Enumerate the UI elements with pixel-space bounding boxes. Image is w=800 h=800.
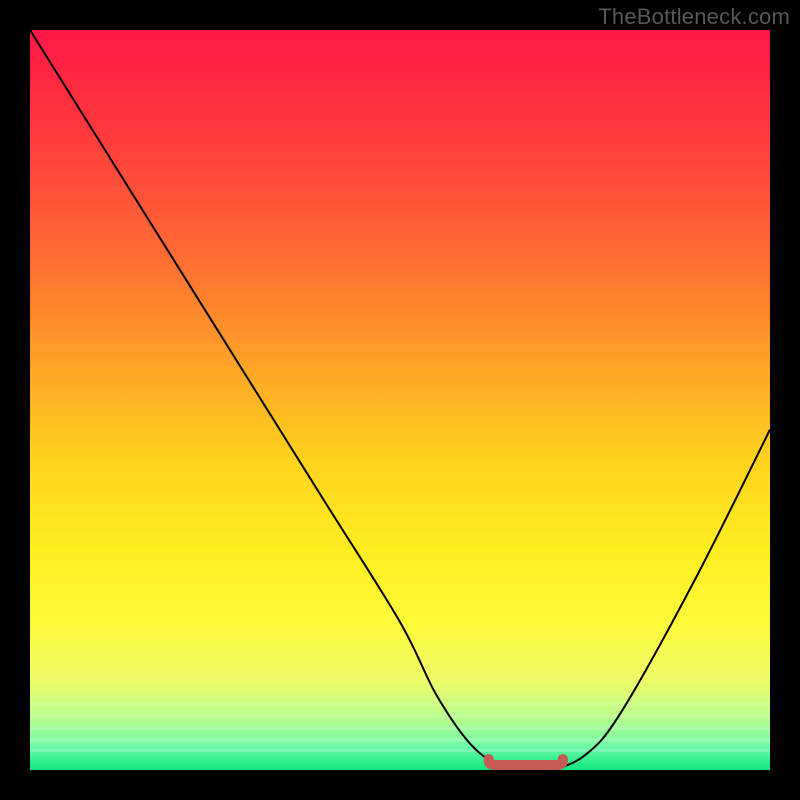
bottleneck-curve [30, 30, 770, 770]
watermark-text: TheBottleneck.com [598, 4, 790, 30]
optimum-marker [489, 759, 563, 765]
plot-area [30, 30, 770, 770]
chart-frame: TheBottleneck.com [0, 0, 800, 800]
curve-svg [30, 30, 770, 770]
